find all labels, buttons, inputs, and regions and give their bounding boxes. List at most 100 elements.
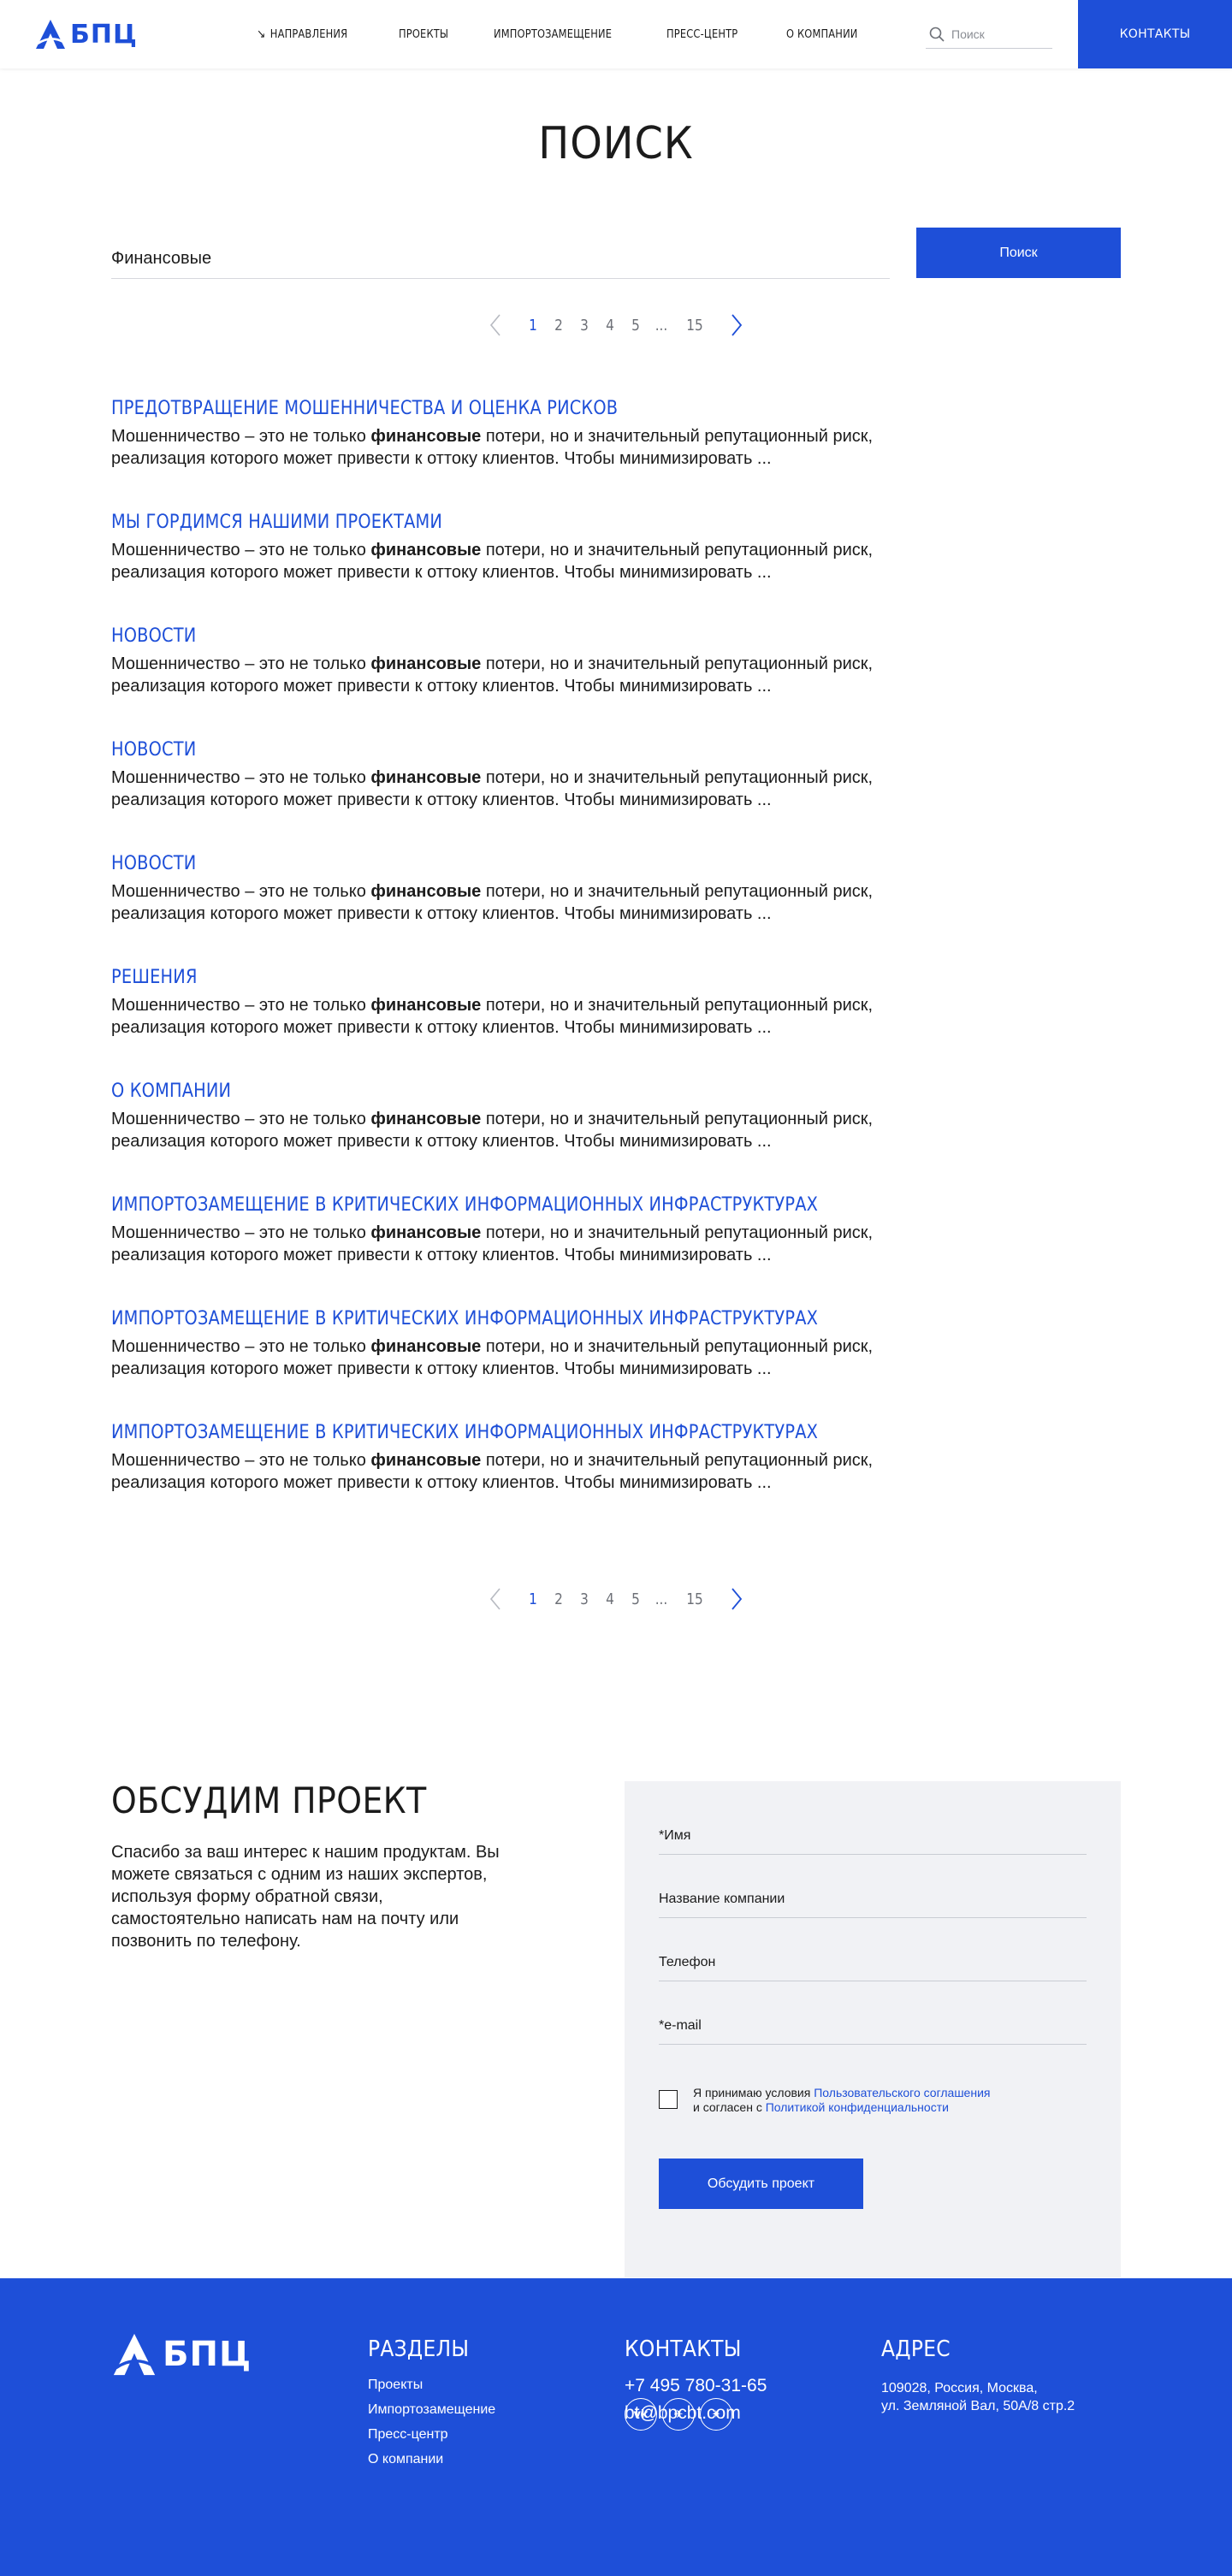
next-page-button[interactable] bbox=[724, 312, 749, 338]
snippet-text: Мошенничество – это не только bbox=[111, 768, 371, 787]
page-title: Поиск bbox=[538, 118, 694, 169]
footer-link-about[interactable]: О компании bbox=[368, 2452, 495, 2467]
chevron-right-icon bbox=[732, 1588, 743, 1610]
nav-item-label: Проекты bbox=[398, 27, 448, 41]
logo-text: БПЦ bbox=[163, 2335, 252, 2374]
consent-row: Я принимаю условия Пользовательского сог… bbox=[659, 2086, 990, 2115]
nav-item-label: О компании bbox=[785, 27, 858, 41]
site-logo[interactable]: БПЦ bbox=[34, 17, 138, 51]
header-search-input[interactable] bbox=[951, 27, 1045, 41]
search-result-snippet: Мошенничество – это не только финансовые… bbox=[111, 1108, 933, 1152]
company-input[interactable] bbox=[659, 1882, 1087, 1916]
next-page-button[interactable] bbox=[724, 1586, 749, 1612]
search-result: Импортозамещение в критических информаци… bbox=[111, 1193, 933, 1306]
search-result-title[interactable]: Новости bbox=[111, 851, 834, 877]
prev-page-button[interactable] bbox=[483, 1586, 508, 1612]
nav-item-press-center[interactable]: Пресс-центр bbox=[666, 28, 737, 41]
snippet-highlight: финансовые bbox=[370, 1110, 482, 1128]
search-result-title[interactable]: Новости bbox=[111, 624, 834, 649]
page-link[interactable]: 3 bbox=[573, 317, 595, 335]
search-result-title[interactable]: Новости bbox=[111, 737, 834, 763]
user-agreement-link[interactable]: Пользовательского соглашения bbox=[814, 2086, 990, 2099]
nav-item-label: Направления bbox=[270, 27, 348, 41]
consent-middle: и согласен с bbox=[693, 2100, 766, 2114]
header-search bbox=[926, 21, 1052, 49]
search-result-title[interactable]: Предотвращение мошенничества и оценка ри… bbox=[111, 396, 834, 422]
search-icon[interactable] bbox=[929, 27, 945, 42]
page-link[interactable]: 4 bbox=[599, 317, 621, 335]
search-result-snippet: Мошенничество – это не только финансовые… bbox=[111, 767, 933, 811]
nav-item-directions[interactable]: ↘ Направления bbox=[257, 27, 347, 41]
footer-address: Адрес 109028, Россия, Москва, ул. Землян… bbox=[881, 2336, 1075, 2415]
consent-prefix: Я принимаю условия bbox=[693, 2086, 814, 2099]
site-header: БПЦ ↘ Направления Проекты Импортозамещен… bbox=[0, 0, 1232, 68]
footer-sections-list: Проекты Импортозамещение Пресс-центр О к… bbox=[368, 2378, 495, 2467]
search-result-title[interactable]: О компании bbox=[111, 1079, 834, 1104]
nav-item-label: Импортозамещение bbox=[493, 27, 613, 41]
nav-item-projects[interactable]: Проекты bbox=[399, 28, 448, 41]
search-result: Предотвращение мошенничества и оценка ри… bbox=[111, 396, 933, 510]
phone-input[interactable] bbox=[659, 1945, 1087, 1980]
search-result: Решения Мошенничество – это не только фи… bbox=[111, 965, 933, 1079]
page-link[interactable]: 2 bbox=[548, 317, 570, 335]
vk-icon[interactable]: vk bbox=[625, 2398, 657, 2431]
consent-checkbox[interactable] bbox=[659, 2090, 678, 2109]
name-input[interactable] bbox=[659, 1819, 1087, 1853]
chevron-right-icon bbox=[732, 314, 743, 336]
footer-logo[interactable]: БПЦ bbox=[111, 2331, 252, 2378]
footer-address-title: Адрес bbox=[881, 2336, 951, 2362]
prev-page-button[interactable] bbox=[483, 312, 508, 338]
email-input[interactable] bbox=[659, 2009, 1087, 2043]
page-link[interactable]: 4 bbox=[599, 1590, 621, 1608]
footer-link-press-center[interactable]: Пресс-центр bbox=[368, 2427, 495, 2443]
logo-icon bbox=[36, 20, 65, 49]
page-link[interactable]: 5 bbox=[625, 317, 647, 335]
search-results: Предотвращение мошенничества и оценка ри… bbox=[111, 396, 933, 1534]
page-link[interactable]: 15 bbox=[678, 1590, 713, 1608]
snippet-text: Мошенничество – это не только bbox=[111, 541, 371, 560]
footer-link-import-substitution[interactable]: Импортозамещение bbox=[368, 2402, 495, 2418]
page-link[interactable]: 3 bbox=[573, 1590, 595, 1608]
search-submit-button[interactable]: Поиск bbox=[916, 228, 1121, 278]
star-icon[interactable]: ✦ bbox=[700, 2398, 732, 2431]
page-link[interactable]: 15 bbox=[678, 317, 713, 335]
snippet-text: Мошенничество – это не только bbox=[111, 1337, 371, 1356]
page-link[interactable]: 1 bbox=[522, 1590, 544, 1608]
search-result: Мы гордимся нашими проектами Мошенничест… bbox=[111, 510, 933, 624]
search-result: О компании Мошенничество – это не только… bbox=[111, 1079, 933, 1193]
search-result-title[interactable]: Мы гордимся нашими проектами bbox=[111, 510, 834, 536]
nav-item-import-substitution[interactable]: Импортозамещение bbox=[494, 28, 612, 41]
snippet-highlight: финансовые bbox=[370, 1451, 482, 1470]
search-result-title[interactable]: Импортозамещение в критических информаци… bbox=[111, 1193, 834, 1218]
discuss-project-button[interactable]: Обсудить проект bbox=[659, 2159, 863, 2209]
search-result-snippet: Мошенничество – это не только финансовые… bbox=[111, 1449, 933, 1494]
search-result: Импортозамещение в критических информаци… bbox=[111, 1306, 933, 1420]
snippet-text: Мошенничество – это не только bbox=[111, 882, 371, 901]
snippet-highlight: финансовые bbox=[370, 882, 482, 901]
search-result-snippet: Мошенничество – это не только финансовые… bbox=[111, 425, 933, 470]
page-link[interactable]: 5 bbox=[625, 1590, 647, 1608]
contact-form: Я принимаю условия Пользовательского сог… bbox=[625, 1781, 1121, 2277]
search-query-input[interactable] bbox=[111, 240, 890, 277]
page-link[interactable]: 2 bbox=[548, 1590, 570, 1608]
search-result-title[interactable]: Импортозамещение в критических информаци… bbox=[111, 1306, 834, 1332]
snippet-text: Мошенничество – это не только bbox=[111, 427, 371, 446]
privacy-policy-link[interactable]: Политикой конфиденциальности bbox=[766, 2100, 949, 2114]
main-nav: ↘ Направления Проекты Импортозамещение П… bbox=[257, 0, 868, 68]
footer-address-text: 109028, Россия, Москва, ул. Земляной Вал… bbox=[881, 2379, 1075, 2415]
search-result-title[interactable]: Решения bbox=[111, 965, 834, 991]
pagination-top: 1 2 3 4 5 ... 15 bbox=[0, 312, 1232, 338]
chevron-left-icon bbox=[489, 1588, 500, 1610]
search-result-title[interactable]: Импортозамещение в критических информаци… bbox=[111, 1420, 834, 1446]
search-result-snippet: Мошенничество – это не только финансовые… bbox=[111, 994, 933, 1039]
address-line: 109028, Россия, Москва, bbox=[881, 2381, 1038, 2395]
nav-item-about[interactable]: О компании bbox=[786, 28, 858, 41]
search-result: Новости Мошенничество – это не только фи… bbox=[111, 851, 933, 965]
pagination-bottom: 1 2 3 4 5 ... 15 bbox=[0, 1586, 1232, 1612]
telegram-icon[interactable]: ✈ bbox=[662, 2398, 695, 2431]
footer-phone[interactable]: +7 495 780-31-65 bbox=[625, 2376, 767, 2396]
vk-glyph: vk bbox=[633, 2407, 649, 2421]
contacts-button[interactable]: Контакты bbox=[1078, 0, 1232, 68]
page-link[interactable]: 1 bbox=[522, 317, 544, 335]
footer-link-projects[interactable]: Проекты bbox=[368, 2378, 495, 2393]
